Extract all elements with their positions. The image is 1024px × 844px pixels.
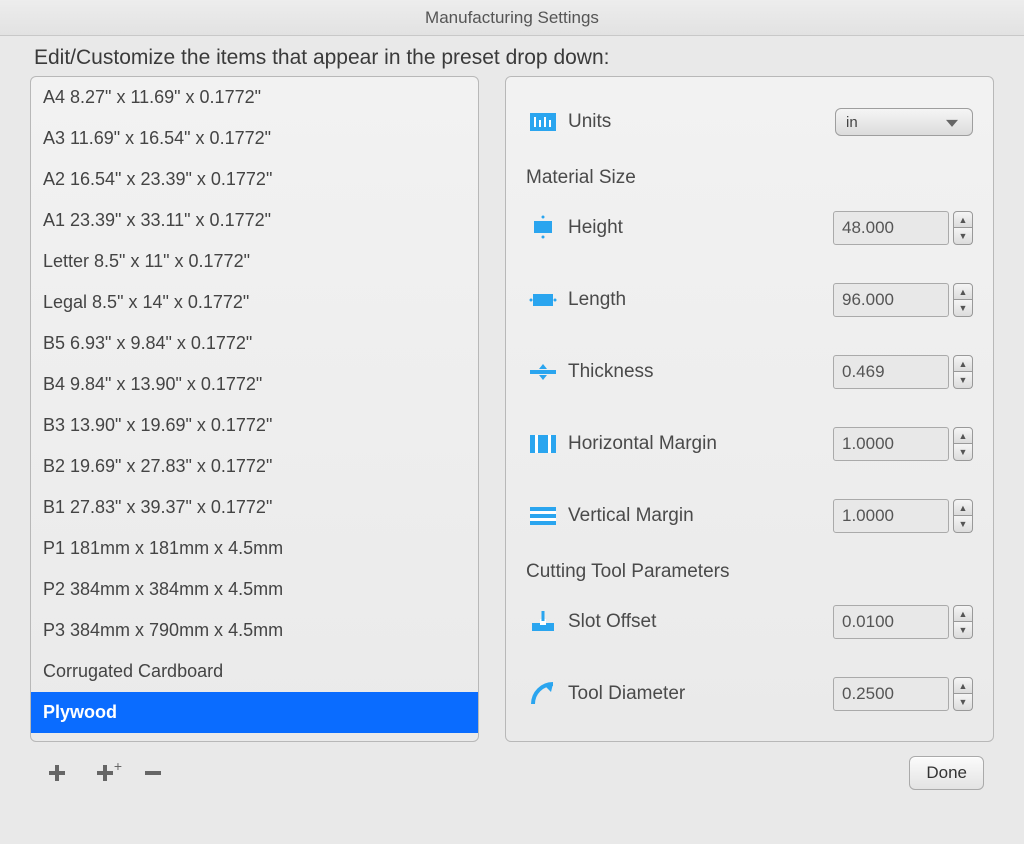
tooldiam-input[interactable] [833,677,949,711]
preset-row[interactable]: B1 27.83" x 39.37" x 0.1772" [31,487,478,528]
preset-row[interactable]: A1 23.39" x 33.11" x 0.1772" [31,200,478,241]
preset-row[interactable]: Corrugated Cardboard [31,651,478,692]
thickness-label: Thickness [560,361,833,383]
tooldiam-row: Tool Diameter ▲▼ [526,667,973,721]
detail-panel: Units in Material Size Height ▲▼ [505,76,994,742]
length-label: Length [560,289,833,311]
preset-row[interactable]: A2 16.54" x 23.39" x 0.1772" [31,159,478,200]
length-stepper[interactable]: ▲▼ [953,283,973,317]
preset-row[interactable]: B5 6.93" x 9.84" x 0.1772" [31,323,478,364]
tool-diameter-icon [526,682,560,706]
footer-toolbar: + Done [0,742,1024,790]
preset-row[interactable]: A3 11.69" x 16.54" x 0.1772" [31,118,478,159]
height-label: Height [560,217,833,239]
subtitle-text: Edit/Customize the items that appear in … [0,36,1024,76]
height-icon [526,215,560,241]
units-icon [526,113,560,131]
tooldiam-label: Tool Diameter [560,683,833,705]
preset-row[interactable]: B2 19.69" x 27.83" x 0.1772" [31,446,478,487]
preset-list[interactable]: A4 8.27" x 11.69" x 0.1772"A3 11.69" x 1… [30,76,479,742]
chevron-down-icon [946,120,958,127]
cutting-tool-heading: Cutting Tool Parameters [526,561,973,583]
vmargin-label: Vertical Margin [560,505,833,527]
thickness-row: Thickness ▲▼ [526,345,973,399]
tooldiam-stepper[interactable]: ▲▼ [953,677,973,711]
length-input[interactable] [833,283,949,317]
window-title: Manufacturing Settings [0,0,1024,36]
add-preset-button[interactable] [40,756,74,790]
thickness-input[interactable] [833,355,949,389]
vmargin-icon [526,507,560,525]
vmargin-input[interactable] [833,499,949,533]
preset-row[interactable]: B4 9.84" x 13.90" x 0.1772" [31,364,478,405]
slot-label: Slot Offset [560,611,833,633]
material-size-heading: Material Size [526,167,973,189]
preset-row[interactable]: Plywood [31,692,478,733]
preset-row[interactable]: B3 13.90" x 19.69" x 0.1772" [31,405,478,446]
preset-row[interactable]: A4 8.27" x 11.69" x 0.1772" [31,77,478,118]
hmargin-input[interactable] [833,427,949,461]
duplicate-preset-button[interactable]: + [88,756,122,790]
hmargin-row: Horizontal Margin ▲▼ [526,417,973,471]
slot-row: Slot Offset ▲▼ [526,595,973,649]
thickness-icon [526,364,560,380]
plus-mini-icon: + [114,758,122,774]
slot-offset-icon [526,611,560,633]
preset-row[interactable]: Legal 8.5" x 14" x 0.1772" [31,282,478,323]
slot-stepper[interactable]: ▲▼ [953,605,973,639]
length-icon [526,291,560,309]
vmargin-row: Vertical Margin ▲▼ [526,489,973,543]
hmargin-stepper[interactable]: ▲▼ [953,427,973,461]
preset-row[interactable]: P1 181mm x 181mm x 4.5mm [31,528,478,569]
thickness-stepper[interactable]: ▲▼ [953,355,973,389]
hmargin-icon [526,435,560,453]
preset-row[interactable]: Letter 8.5" x 11" x 0.1772" [31,241,478,282]
units-select[interactable]: in [835,108,973,136]
slot-input[interactable] [833,605,949,639]
preset-row[interactable]: P2 384mm x 384mm x 4.5mm [31,569,478,610]
vmargin-stepper[interactable]: ▲▼ [953,499,973,533]
height-stepper[interactable]: ▲▼ [953,211,973,245]
units-label: Units [560,111,835,133]
preset-row[interactable]: P3 384mm x 790mm x 4.5mm [31,610,478,651]
remove-preset-button[interactable] [136,756,170,790]
hmargin-label: Horizontal Margin [560,433,833,455]
units-row: Units in [526,95,973,149]
done-button[interactable]: Done [909,756,984,790]
length-row: Length ▲▼ [526,273,973,327]
units-value: in [846,114,858,131]
height-row: Height ▲▼ [526,201,973,255]
height-input[interactable] [833,211,949,245]
